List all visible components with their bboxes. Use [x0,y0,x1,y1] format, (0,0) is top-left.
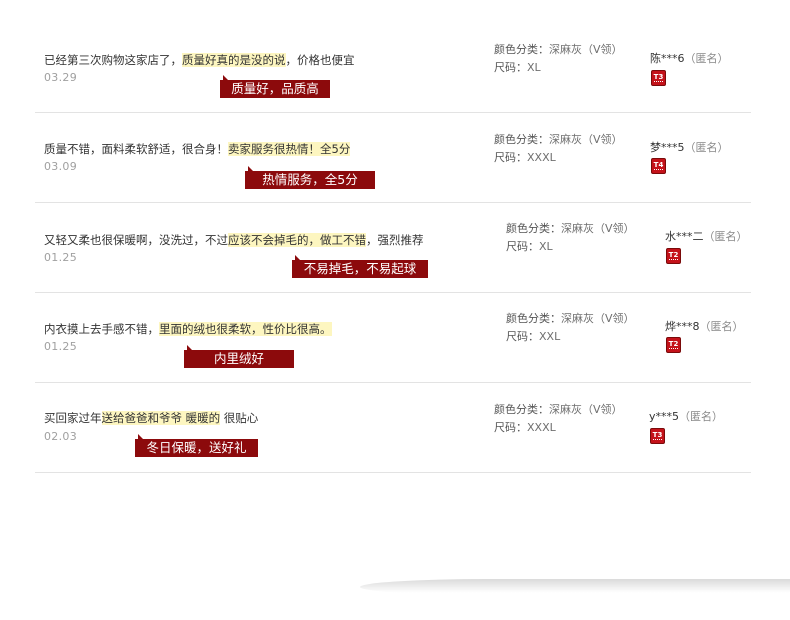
sku-info: 颜色分类：深麻灰（V领） 尺码：XL [494,41,624,76]
comment-text: 又轻又柔也很保暖啊，没洗过，不过 [44,233,228,247]
review-date: 03.29 [44,71,77,84]
anonymous-label: （匿名） [699,320,744,333]
anonymous-label: （匿名） [684,141,729,154]
review-row: 内衣摸上去手感不错，里面的绒也很柔软，性价比很高。 01.25 内里绒好 颜色分… [35,293,751,383]
buyer-level-icon[interactable]: T4 [651,158,666,174]
review-tag: 热情服务，全5分 [245,166,375,189]
color-label: 颜色分类： [494,403,549,416]
buyer-level-icon[interactable]: T2 [666,248,681,264]
size-value: XXXL [527,420,556,434]
reviewer-name[interactable]: 水***二 [665,230,704,243]
color-value: 深麻灰（V领） [549,43,623,56]
review-tag: 冬日保暖，送好礼 [135,434,258,457]
color-value: 深麻灰（V领） [561,312,635,325]
color-label: 颜色分类： [506,312,561,325]
size-value: XXL [539,329,561,343]
size-label: 尺码： [506,239,539,253]
size-label: 尺码： [506,329,539,343]
sku-info: 颜色分类：深麻灰（V领） 尺码：XXL [506,310,636,345]
buyer-level-icon[interactable]: T3 [651,70,666,86]
comment-text: ，价格也便宜 [285,53,355,67]
page-shadow [360,579,790,595]
size-label: 尺码： [494,150,527,164]
reviewer-name[interactable]: 梦***5 [650,141,685,154]
review-row: 质量不错，面料柔软舒适，很合身！卖家服务很热情！全5分 03.09 热情服务，全… [35,113,751,203]
comment-text: 很贴心 [220,411,259,425]
review-date: 02.03 [44,430,77,443]
size-value: XL [539,239,553,253]
review-comment: 内衣摸上去手感不错，里面的绒也很柔软，性价比很高。 [44,321,332,337]
anonymous-label: （匿名） [703,230,748,243]
review-date: 01.25 [44,340,77,353]
size-label: 尺码： [494,60,527,74]
review-date: 03.09 [44,160,77,173]
review-comment: 又轻又柔也很保暖啊，没洗过，不过应该不会掉毛的，做工不错，强烈推荐 [44,232,424,248]
reviewer: 梦***5（匿名） [650,140,729,156]
review-list: 已经第三次购物这家店了，质量好真的是没的说，价格也便宜 03.29 质量好，品质… [35,23,751,473]
review-row: 买回家过年送给爸爸和爷爷 暖暖的 很贴心 02.03 冬日保暖，送好礼 颜色分类… [35,383,751,473]
reviewer: y***5（匿名） [649,409,723,425]
comment-highlight: 应该不会掉毛的，做工不错 [228,233,366,247]
review-tag: 不易掉毛，不易起球 [292,255,428,278]
size-value: XXXL [527,150,556,164]
size-label: 尺码： [494,420,527,434]
reviewer: 水***二（匿名） [665,229,748,245]
color-value: 深麻灰（V领） [561,222,635,235]
sku-info: 颜色分类：深麻灰（V领） 尺码：XXXL [494,401,624,436]
anonymous-label: （匿名） [684,52,729,65]
size-value: XL [527,60,541,74]
color-label: 颜色分类： [494,133,549,146]
sku-info: 颜色分类：深麻灰（V领） 尺码：XL [506,220,636,255]
reviewer: 烨***8（匿名） [665,319,744,335]
review-comment: 买回家过年送给爸爸和爷爷 暖暖的 很贴心 [44,410,258,426]
comment-text: 买回家过年 [44,411,102,425]
comment-text: 内衣摸上去手感不错， [44,322,159,336]
review-tag: 内里绒好 [184,345,294,368]
review-tag: 质量好，品质高 [220,75,330,98]
reviewer-name[interactable]: 烨***8 [665,320,700,333]
color-label: 颜色分类： [506,222,561,235]
color-value: 深麻灰（V领） [549,403,623,416]
comment-highlight: 卖家服务很热情！全5分 [228,142,351,156]
comment-highlight: 送给爸爸和爷爷 暖暖的 [101,411,221,425]
reviewer-name[interactable]: 陈***6 [650,52,685,65]
review-comment: 已经第三次购物这家店了，质量好真的是没的说，价格也便宜 [44,52,355,68]
sku-info: 颜色分类：深麻灰（V领） 尺码：XXXL [494,131,624,166]
anonymous-label: （匿名） [679,410,724,423]
reviewer: 陈***6（匿名） [650,51,729,67]
review-row: 又轻又柔也很保暖啊，没洗过，不过应该不会掉毛的，做工不错，强烈推荐 01.25 … [35,203,751,293]
review-row: 已经第三次购物这家店了，质量好真的是没的说，价格也便宜 03.29 质量好，品质… [35,23,751,113]
comment-text: ，强烈推荐 [366,233,424,247]
review-comment: 质量不错，面料柔软舒适，很合身！卖家服务很热情！全5分 [44,141,351,157]
review-date: 01.25 [44,251,77,264]
color-value: 深麻灰（V领） [549,133,623,146]
comment-text: 已经第三次购物这家店了， [44,53,182,67]
buyer-level-icon[interactable]: T3 [650,428,665,444]
comment-highlight: 质量好真的是没的说 [182,53,286,67]
reviewer-name[interactable]: y***5 [649,410,679,423]
comment-highlight: 里面的绒也很柔软，性价比很高。 [159,322,332,336]
buyer-level-icon[interactable]: T2 [666,337,681,353]
comment-text: 质量不错，面料柔软舒适，很合身！ [44,142,228,156]
color-label: 颜色分类： [494,43,549,56]
